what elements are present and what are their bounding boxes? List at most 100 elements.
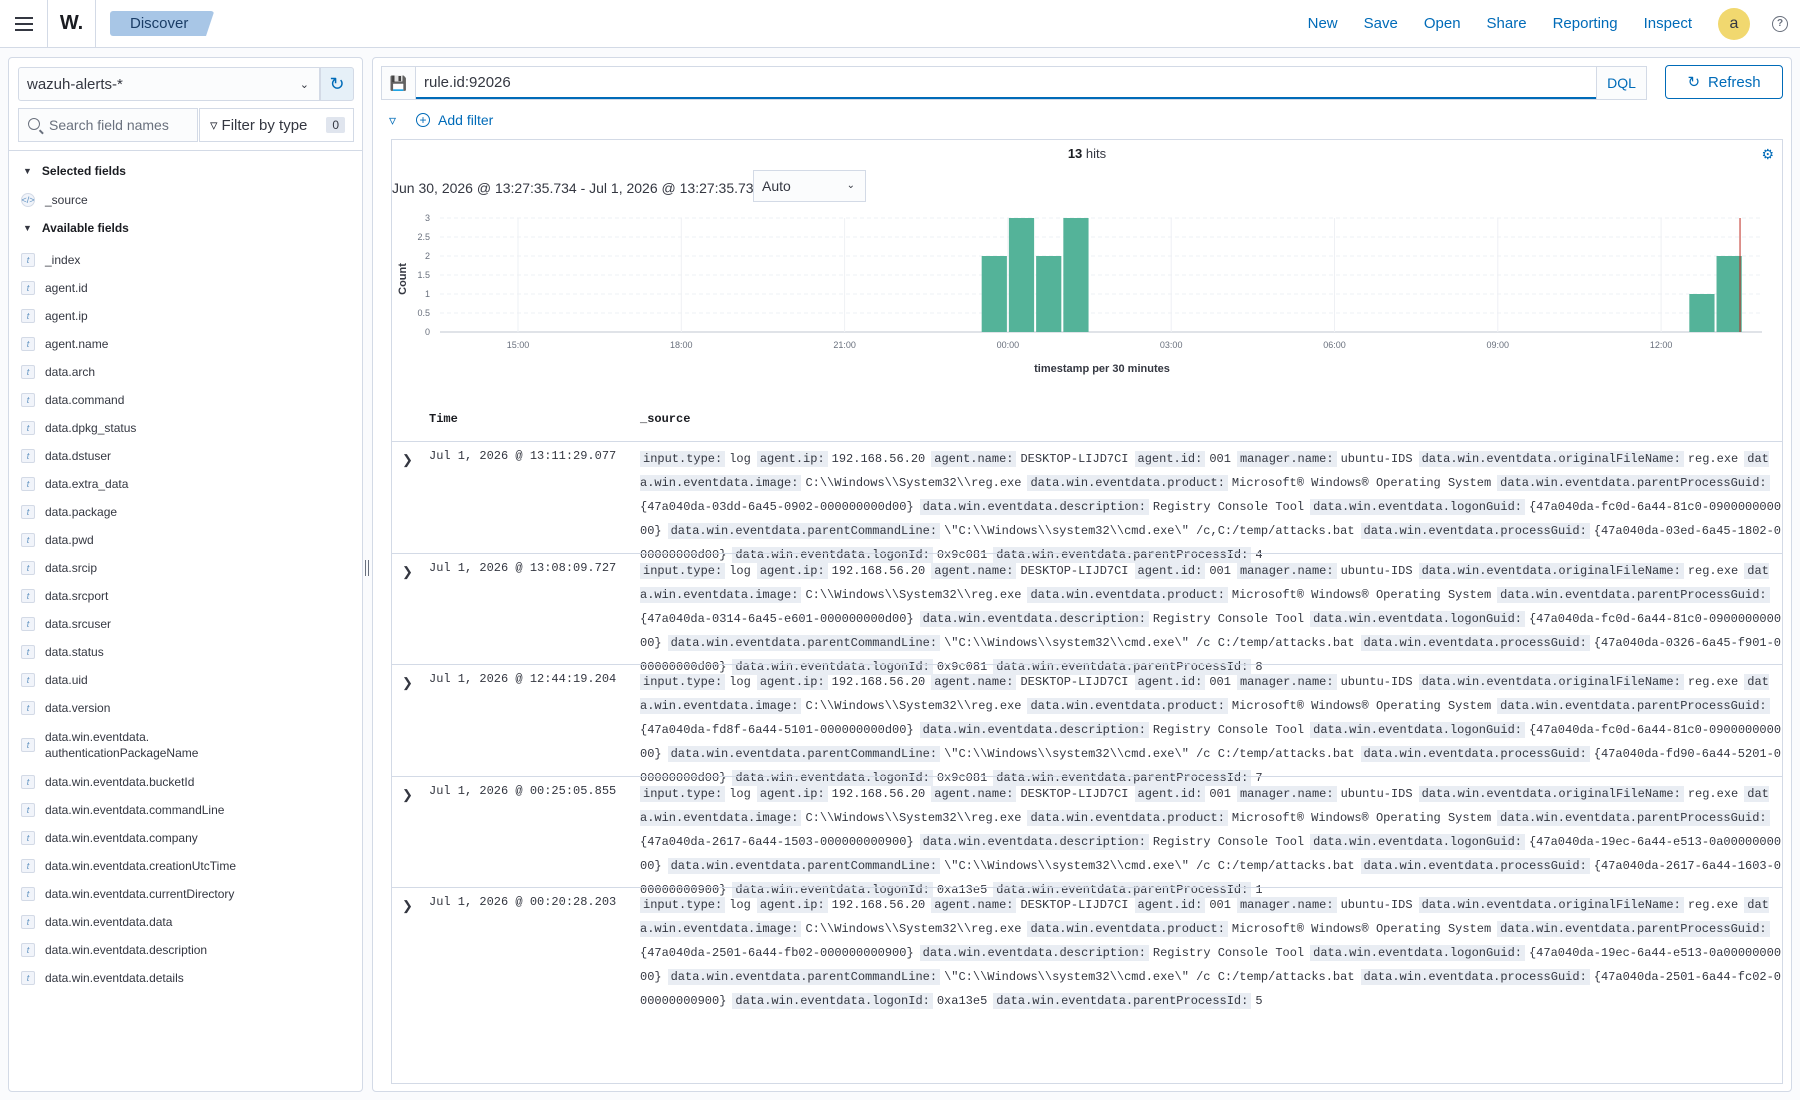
column-header-time[interactable]: Time — [429, 412, 458, 426]
index-pattern-value: wazuh-alerts-* — [27, 75, 123, 93]
field-item[interactable]: t data.win.eventdata.creationUtcTime — [21, 858, 325, 874]
row-source: input.type: log agent.ip: 192.168.56.20 agen… — [640, 447, 1782, 567]
table-row[interactable]: ❯ Jul 1, 2026 @ 13:08:09.727 input.type: lo… — [392, 552, 1782, 675]
field-item[interactable]: t data.arch — [21, 364, 325, 380]
plus-circle-icon[interactable]: + — [416, 113, 431, 127]
field-item[interactable]: t data.pwd — [21, 532, 325, 548]
histogram-bar[interactable] — [1689, 294, 1715, 332]
filter-by-type-button[interactable]: ▿ Filter by type 0 — [199, 108, 354, 142]
source-field-key: input.type: — [640, 897, 726, 913]
field-item[interactable]: t agent.id — [21, 280, 325, 296]
source-field-key: data.win.eventdata.parentProcessGuid: — [1497, 921, 1770, 937]
field-item[interactable]: t data.win.eventdata.company — [21, 830, 325, 846]
field-item[interactable]: t data.win.eventdata.currentDirectory — [21, 886, 325, 902]
table-row[interactable]: ❯ Jul 1, 2026 @ 00:20:28.203 input.type: lo… — [392, 887, 1782, 1009]
field-item[interactable]: t data.extra_data — [21, 476, 325, 492]
add-filter-link[interactable]: Add filter — [438, 112, 493, 128]
field-item[interactable]: t data.dpkg_status — [21, 420, 325, 436]
field-item[interactable]: t data.win.eventdata. authenticationPacka… — [21, 729, 215, 761]
open-link[interactable]: Open — [1424, 15, 1461, 32]
histogram-bar[interactable] — [981, 256, 1007, 332]
refresh-button[interactable]: ↻ Refresh — [1665, 65, 1783, 99]
source-field-key: input.type: — [640, 785, 726, 802]
field-item[interactable]: t data.command — [21, 392, 325, 408]
histogram-bar[interactable] — [1036, 256, 1062, 332]
sidebar-resize-handle[interactable] — [365, 560, 369, 576]
save-link[interactable]: Save — [1364, 15, 1398, 32]
expand-row-icon[interactable]: ❯ — [402, 564, 413, 580]
saved-query-icon[interactable]: 💾 — [382, 67, 416, 99]
source-field-key: data.win.eventdata.description: — [919, 833, 1149, 850]
table-row[interactable]: ❯ Jul 1, 2026 @ 12:44:19.204 input.type: lo… — [392, 664, 1782, 786]
field-item[interactable]: t data.win.eventdata.bucketId — [21, 774, 325, 790]
table-row[interactable]: ❯ Jul 1, 2026 @ 00:25:05.855 input.type: lo… — [392, 775, 1782, 898]
reporting-link[interactable]: Reporting — [1553, 15, 1618, 32]
field-item[interactable]: t _index — [21, 252, 325, 268]
dql-toggle[interactable]: DQL — [1596, 67, 1646, 99]
source-field-key: data.win.eventdata.logonGuid: — [1310, 499, 1525, 515]
field-item[interactable]: t agent.ip — [21, 308, 325, 324]
source-field-value: 001 — [1209, 898, 1231, 912]
column-header-source[interactable]: _source — [640, 412, 690, 426]
expand-row-icon[interactable]: ❯ — [402, 898, 413, 914]
field-item[interactable]: t data.win.eventdata.details — [21, 970, 325, 986]
string-type-icon: t — [21, 561, 35, 575]
funnel-icon[interactable]: ▿ — [389, 112, 396, 129]
inspect-link[interactable]: Inspect — [1644, 15, 1692, 32]
refresh-icon[interactable]: ↻ — [320, 67, 354, 101]
source-field-value: ubuntu-IDS — [1340, 452, 1413, 466]
index-pattern-select[interactable]: wazuh-alerts-* ⌄ — [18, 67, 320, 101]
histogram-bar[interactable] — [1008, 218, 1035, 332]
field-item[interactable]: t data.dstuser — [21, 448, 325, 464]
field-item[interactable]: t data.win.eventdata.data — [21, 914, 325, 930]
help-icon[interactable]: ? — [1772, 15, 1788, 32]
histogram-bar[interactable] — [1716, 256, 1742, 332]
string-type-icon: t — [21, 281, 35, 295]
app-logo[interactable]: W. — [48, 0, 96, 48]
source-field-value: 192.168.56.20 — [831, 786, 926, 801]
expand-row-icon[interactable]: ❯ — [402, 787, 413, 803]
query-input[interactable]: rule.id:92026 — [416, 67, 1596, 99]
breadcrumb[interactable]: Discover — [110, 11, 215, 36]
row-time: Jul 1, 2026 @ 13:08:09.727 — [429, 560, 617, 575]
y-tick-label: 3 — [425, 213, 430, 223]
string-type-icon: t — [21, 701, 35, 715]
available-fields-header[interactable]: ▼ Available fields — [23, 221, 129, 235]
field-item[interactable]: t agent.name — [21, 336, 325, 352]
field-item[interactable]: t data.win.eventdata.commandLine — [21, 802, 325, 818]
search-field-names-input[interactable]: Search field names — [18, 108, 198, 142]
source-field-key: data.win.eventdata.parentCommandLine: — [667, 857, 941, 874]
field-item[interactable]: t data.version — [21, 700, 325, 716]
source-field-key: data.win.eventdata.parentCommandLine: — [667, 969, 941, 985]
source-field-value: Registry Console Tool — [1152, 723, 1305, 737]
histogram-chart: 0 0.5 1 1.5 2 2.5 3 15:00 18:00 21:00 00:00 03:00 06… — [397, 213, 1762, 375]
x-tick-label: 06:00 — [1323, 340, 1346, 350]
gear-icon[interactable]: ⚙ — [1761, 146, 1774, 163]
field-item[interactable]: t data.srcport — [21, 588, 325, 604]
field-item[interactable]: t data.package — [21, 504, 325, 520]
share-link[interactable]: Share — [1487, 15, 1527, 32]
filter-by-type-label: Filter by type — [221, 116, 308, 134]
histogram-bar[interactable] — [1063, 218, 1089, 332]
string-type-icon: t — [21, 738, 35, 752]
interval-select[interactable]: Auto ⌄ — [753, 170, 866, 202]
expand-row-icon[interactable]: ❯ — [402, 675, 413, 691]
string-type-icon: t — [21, 775, 35, 789]
avatar[interactable]: a — [1718, 7, 1750, 40]
selected-fields-header[interactable]: ▼ Selected fields — [23, 164, 126, 178]
field-item[interactable]: t data.win.eventdata.description — [21, 942, 325, 958]
new-link[interactable]: New — [1308, 15, 1338, 32]
field-item[interactable]: t data.uid — [21, 672, 325, 688]
field-item[interactable]: t data.status — [21, 644, 325, 660]
string-type-icon: t — [21, 589, 35, 603]
string-type-icon: t — [21, 915, 35, 929]
field-source[interactable]: </> _source — [21, 192, 325, 208]
table-row[interactable]: ❯ Jul 1, 2026 @ 13:11:29.077 input.type: lo… — [392, 441, 1782, 563]
source-field-key: agent.id: — [1134, 562, 1206, 579]
source-field-key: manager.name: — [1236, 451, 1337, 467]
field-item[interactable]: t data.srcip — [21, 560, 325, 576]
expand-row-icon[interactable]: ❯ — [402, 452, 413, 468]
field-item[interactable]: t data.srcuser — [21, 616, 325, 632]
source-field-key: data.win.eventdata.product: — [1027, 586, 1228, 603]
menu-icon[interactable] — [0, 0, 48, 48]
